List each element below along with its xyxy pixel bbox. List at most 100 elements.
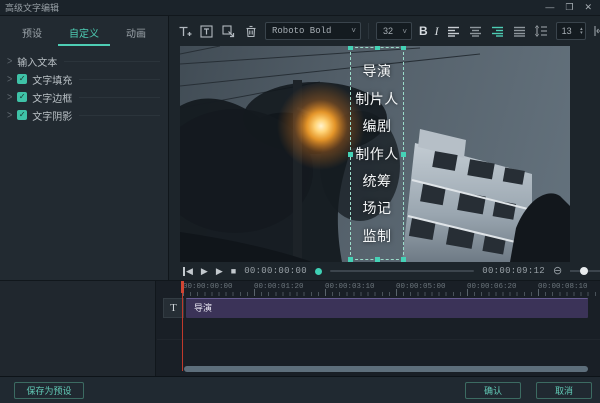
divider	[79, 79, 160, 80]
align-right-icon[interactable]	[490, 24, 505, 39]
ruler-label: 00:00:06:20	[467, 283, 517, 291]
italic-button[interactable]: I	[435, 24, 439, 39]
caption-line: 场记	[351, 198, 403, 218]
caption-line: 统筹	[351, 171, 403, 191]
stepper-arrows-icon[interactable]: ▴▾	[580, 27, 583, 35]
previous-frame-button[interactable]: ◀	[183, 267, 193, 276]
sidebar-tabs: 预设 自定义 动画	[0, 25, 168, 52]
window-controls: — ❒ ✕	[545, 3, 592, 12]
sidebar-item-text-border[interactable]: > ✓ 文字边框	[0, 88, 168, 106]
font-family-select[interactable]: Roboto Bold ˅	[265, 22, 361, 40]
resize-handle[interactable]	[375, 257, 380, 262]
resize-handle[interactable]	[348, 257, 353, 262]
caption-line: 导演	[351, 61, 403, 81]
caption-line: 制片人	[351, 89, 403, 109]
close-icon[interactable]: ✕	[584, 3, 592, 12]
maximize-icon[interactable]: ❒	[565, 3, 573, 12]
ruler-label: 00:00:08:10	[538, 283, 588, 291]
resize-handle[interactable]	[401, 46, 406, 50]
resize-handle[interactable]	[401, 152, 406, 157]
text-shadow-checkbox[interactable]: ✓	[17, 110, 27, 120]
stop-button[interactable]: ■	[231, 267, 236, 276]
main-panel: Roboto Bold ˅ 32 ˅ B I	[169, 16, 600, 280]
font-size-value: 32	[383, 26, 393, 36]
chevron-right-icon[interactable]: >	[7, 91, 12, 103]
window-title: 高级文字编辑	[5, 1, 59, 14]
input-text-label: 输入文本	[17, 54, 57, 69]
tab-animation[interactable]: 动画	[110, 25, 162, 46]
preview-area: 导演 制片人 编剧 制作人 统筹 场记 监制	[169, 46, 600, 262]
advanced-text-editor-window: 高级文字编辑 — ❒ ✕ 预设 自定义 动画 > 输入文本 > ✓ 文字填充	[0, 0, 600, 403]
font-size-select[interactable]: 32 ˅	[376, 22, 412, 40]
text-clip[interactable]: 导演	[186, 298, 588, 318]
confirm-button[interactable]: 确认	[465, 382, 521, 399]
text-fill-checkbox[interactable]: ✓	[17, 74, 27, 84]
seek-bar[interactable]	[330, 270, 474, 272]
text-fill-label: 文字填充	[32, 72, 72, 87]
timeline-panel: 00:00:00:00 00:00:01:20 00:00:03:10 00:0…	[0, 280, 600, 376]
settings-sidebar: 预设 自定义 动画 > 输入文本 > ✓ 文字填充 > ✓ 文字边框	[0, 16, 169, 280]
duration-time: 00:00:09:12	[482, 266, 545, 276]
chevron-right-icon[interactable]: >	[7, 73, 12, 85]
bold-button[interactable]: B	[419, 24, 428, 38]
apply-preset-icon[interactable]	[221, 24, 236, 39]
letter-spacing-icon	[593, 24, 600, 39]
sidebar-item-input-text[interactable]: > 输入文本	[0, 52, 168, 70]
zoom-out-icon[interactable]: ⊖	[553, 266, 562, 277]
caption-line: 编剧	[351, 116, 403, 136]
chevron-right-icon[interactable]: >	[7, 109, 12, 121]
tab-custom[interactable]: 自定义	[58, 25, 110, 46]
text-box-icon[interactable]	[199, 24, 214, 39]
playhead-handle[interactable]	[181, 281, 184, 293]
chevron-down-icon: ˅	[402, 27, 407, 36]
next-frame-button[interactable]: ▶	[216, 267, 223, 276]
footer-actions: 确认 取消	[465, 382, 592, 399]
sidebar-item-text-fill[interactable]: > ✓ 文字填充	[0, 70, 168, 88]
current-time: 00:00:00:00	[244, 266, 307, 276]
playhead[interactable]	[182, 281, 183, 371]
timeline-zoom-slider[interactable]	[570, 270, 600, 272]
ruler-label: 00:00:01:20	[254, 283, 304, 291]
line-spacing-value: 13	[562, 26, 580, 36]
save-as-preset-button[interactable]: 保存为预设	[14, 382, 84, 399]
divider	[64, 61, 160, 62]
text-border-checkbox[interactable]: ✓	[17, 92, 27, 102]
resize-handle[interactable]	[375, 46, 380, 50]
line-spacing-icon	[534, 24, 549, 39]
text-track-icon[interactable]: T	[163, 298, 184, 318]
cancel-button[interactable]: 取消	[536, 382, 592, 399]
resize-handle[interactable]	[348, 46, 353, 50]
add-text-icon[interactable]	[177, 24, 192, 39]
delete-text-icon[interactable]	[243, 24, 258, 39]
text-shadow-label: 文字阴影	[32, 108, 72, 123]
sidebar-item-text-shadow[interactable]: > ✓ 文字阴影	[0, 106, 168, 124]
chevron-down-icon: ˅	[351, 27, 356, 36]
chevron-right-icon[interactable]: >	[7, 55, 12, 67]
text-border-label: 文字边框	[32, 90, 72, 105]
horizontal-scrollbar[interactable]	[184, 366, 588, 372]
font-family-value: Roboto Bold	[272, 26, 331, 36]
title-bar: 高级文字编辑 — ❒ ✕	[0, 0, 600, 16]
align-left-icon[interactable]	[446, 24, 461, 39]
align-center-icon[interactable]	[468, 24, 483, 39]
resize-handle[interactable]	[348, 152, 353, 157]
ruler-label: 00:00:00:00	[183, 283, 233, 291]
minimize-icon[interactable]: —	[545, 3, 554, 12]
align-justify-icon[interactable]	[512, 24, 527, 39]
resize-handle[interactable]	[401, 257, 406, 262]
footer-bar: 保存为预设 确认 取消	[0, 376, 600, 403]
ruler-label: 00:00:05:00	[396, 283, 446, 291]
caption-line: 制作人	[351, 144, 403, 164]
divider	[368, 23, 369, 39]
play-button[interactable]: ▶	[201, 267, 208, 276]
divider	[79, 115, 160, 116]
text-overlay-selection[interactable]: 导演 制片人 编剧 制作人 统筹 场记 监制	[350, 47, 404, 260]
line-spacing-input[interactable]: 13 ▴▾	[556, 22, 586, 40]
divider	[79, 97, 160, 98]
slider-handle[interactable]	[580, 267, 588, 275]
marker-dot-icon[interactable]	[315, 268, 322, 275]
tab-presets[interactable]: 预设	[6, 25, 58, 46]
video-preview[interactable]: 导演 制片人 编剧 制作人 统筹 场记 监制	[180, 46, 570, 262]
text-toolbar: Roboto Bold ˅ 32 ˅ B I	[169, 16, 600, 46]
ruler-label: 00:00:03:10	[325, 283, 375, 291]
